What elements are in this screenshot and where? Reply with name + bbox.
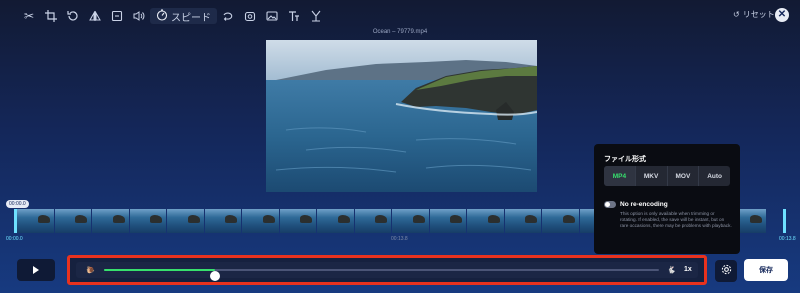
rabbit-icon: 🐇 <box>667 267 676 274</box>
format-option-mp4[interactable]: MP4 <box>604 166 636 186</box>
play-icon <box>33 266 39 274</box>
flip-icon[interactable] <box>84 8 106 24</box>
timeline-frame <box>354 209 391 233</box>
timeline-frame <box>92 209 129 233</box>
timeline-frame <box>54 209 91 233</box>
file-format-popover: ファイル形式 MP4 MKV MOV Auto No re-encoding T… <box>594 144 740 254</box>
video-preview <box>266 40 537 192</box>
reset-button[interactable]: ↺ リセット <box>733 9 775 20</box>
gear-icon <box>721 262 732 280</box>
watermark-icon[interactable] <box>305 8 327 24</box>
timeline-frame <box>504 209 541 233</box>
undo-icon: ↺ <box>733 10 740 19</box>
timeline-frame <box>467 209 504 233</box>
timeline-frame <box>167 209 204 233</box>
timeline-frame <box>279 209 316 233</box>
reset-label: リセット <box>742 10 775 19</box>
speed-value: 1x <box>684 266 692 273</box>
timeline-end-time: 00:13.8 <box>779 236 796 242</box>
format-option-mov[interactable]: MOV <box>668 166 700 186</box>
format-option-auto[interactable]: Auto <box>699 166 730 186</box>
speed-slider-handle[interactable] <box>210 271 220 281</box>
loop-icon[interactable] <box>217 8 239 24</box>
save-button[interactable]: 保存 <box>744 259 788 281</box>
trim-box-icon[interactable] <box>106 8 128 24</box>
filter-icon[interactable] <box>239 8 261 24</box>
playhead-time[interactable]: 00:00.0 <box>6 200 29 208</box>
settings-button[interactable] <box>715 260 737 282</box>
timeline-frame <box>129 209 166 233</box>
timeline-start-time: 00:00.0 <box>6 236 23 242</box>
file-name: Ocean – 79779.mp4 <box>372 29 428 35</box>
timeline-frame <box>242 209 279 233</box>
timeline-frame <box>17 209 54 233</box>
speed-control-panel: 🐌 🐇 1x <box>67 255 707 285</box>
timeline-frame <box>204 209 241 233</box>
text-icon[interactable] <box>283 8 305 24</box>
scissors-icon[interactable]: ✂ <box>18 8 40 24</box>
timeline-frame <box>429 209 466 233</box>
speed-slider-fill <box>104 269 215 271</box>
format-option-mkv[interactable]: MKV <box>636 166 668 186</box>
speed-slider-container: 🐌 🐇 1x <box>76 262 698 281</box>
close-icon[interactable]: ✕ <box>775 8 789 22</box>
image-icon[interactable] <box>261 8 283 24</box>
reencoding-description: This option is only available when trimm… <box>620 211 732 228</box>
editor-toolbar: ✂ スピード <box>18 8 327 24</box>
format-selector: MP4 MKV MOV Auto <box>604 166 730 186</box>
reencoding-toggle[interactable] <box>604 201 616 208</box>
rotate-icon[interactable] <box>62 8 84 24</box>
speed-icon <box>156 8 168 24</box>
timeline-frame <box>542 209 579 233</box>
timeline-frame <box>392 209 429 233</box>
speed-tab-label: スピード <box>171 12 211 24</box>
volume-icon[interactable] <box>128 8 150 24</box>
timeline-frame <box>317 209 354 233</box>
play-button[interactable] <box>17 259 55 281</box>
speed-slider-track[interactable] <box>104 269 659 281</box>
crop-icon[interactable] <box>40 8 62 24</box>
popover-title: ファイル形式 <box>604 156 646 163</box>
reencoding-label: No re-encoding <box>620 201 668 208</box>
speed-tab[interactable]: スピード <box>150 8 217 24</box>
timeline-mid-time: 00:13.8 <box>391 236 408 242</box>
snail-icon: 🐌 <box>86 267 95 274</box>
